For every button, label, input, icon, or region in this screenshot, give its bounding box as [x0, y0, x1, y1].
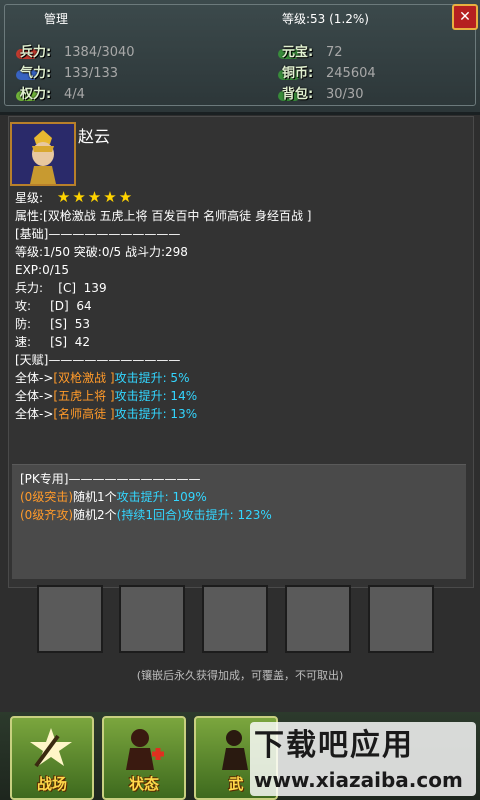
star-icon: ★	[87, 188, 102, 206]
stat-value: 72	[326, 45, 343, 60]
talent-row: 全体->[五虎上将 ]攻击提升: 14%	[15, 387, 197, 405]
star-rating: 星级: ★ ★ ★ ★ ★	[15, 188, 134, 206]
talent-prefix: 全体->	[15, 407, 54, 421]
hero-attributes: 属性:[双枪激战 五虎上将 百发百中 名师高徒 身经百战 ]	[15, 209, 312, 223]
watermark: 下载吧应用 www.xiazaiba.com	[250, 722, 476, 796]
tab-label: 战场	[36, 775, 67, 793]
stat-value: 133/133	[64, 66, 119, 81]
stat-value: 1384/3040	[64, 45, 135, 60]
talent-prefix: 全体->	[15, 371, 54, 385]
status-icon	[126, 729, 164, 770]
stat-coins: 铜币: 245604	[278, 64, 462, 84]
stat-energy: 气力: 133/133	[16, 64, 220, 84]
hero-portrait[interactable]	[10, 122, 76, 186]
star-icon: ★	[118, 188, 133, 206]
stat-label: 兵力:	[20, 45, 52, 60]
stat-label: 元宝:	[282, 45, 314, 60]
talent-name: [名师高徒 ]	[53, 407, 115, 421]
stat-troops: 兵力: 1384/3040	[16, 43, 220, 63]
gem-slot-hint: (镶嵌后永久获得加成，可覆盖，不可取出)	[136, 669, 344, 682]
star-icon: ★	[56, 188, 71, 206]
talent-effect: 攻击提升: 14%	[114, 389, 198, 403]
talent-effect: 攻击提升: 5%	[114, 371, 190, 385]
talent-prefix: 全体->	[15, 389, 54, 403]
gem-slot[interactable]	[119, 585, 185, 653]
stat-gold: 元宝: 72	[278, 43, 462, 63]
basic-header: [基础]———————————	[15, 227, 181, 241]
hero-avatar-icon	[12, 124, 74, 184]
pk-skill-target: 随机2个	[73, 508, 117, 522]
pk-skill-name: (0级齐攻)	[20, 508, 73, 522]
pk-skill-row: (0级齐攻)随机2个(持续1回合)攻击提升: 123%	[20, 506, 272, 524]
hero-name: 赵云	[78, 127, 111, 146]
stat-label: 铜币:	[282, 66, 314, 81]
exp-line: EXP:0/15	[15, 263, 70, 277]
talent-row: 全体->[名师高徒 ]攻击提升: 13%	[15, 405, 197, 423]
pk-skill-target: 随机1个	[73, 490, 117, 504]
defense-line: 防: [S] 53	[15, 317, 90, 331]
talent-name: [双枪激战 ]	[53, 371, 115, 385]
talent-effect: 攻击提升: 13%	[114, 407, 198, 421]
watermark-main: 下载吧应用	[254, 728, 414, 763]
stat-label: 权力:	[20, 87, 52, 102]
talent-row: 全体->[双枪激战 ]攻击提升: 5%	[15, 369, 189, 387]
gem-slot[interactable]	[37, 585, 103, 653]
stat-label: 气力:	[20, 66, 52, 81]
speed-line: 速: [S] 42	[15, 335, 90, 349]
watermark-url: www.xiazaiba.com	[254, 768, 463, 792]
talent-name: [五虎上将 ]	[53, 389, 115, 403]
close-button[interactable]: ✕	[452, 4, 478, 30]
gem-slot[interactable]	[202, 585, 268, 653]
star-icon: ★	[72, 188, 86, 206]
stat-power: 权力: 4/4	[16, 85, 220, 105]
pk-skill-duration: (持续1回合)	[116, 508, 182, 522]
pk-skill-effect: 攻击提升: 123%	[181, 508, 272, 522]
player-level: 等级:53 (1.2%)	[282, 12, 369, 26]
talent-header: [天赋]———————————	[15, 353, 181, 367]
stat-bag: 背包: 30/30	[278, 85, 462, 105]
tab-status[interactable]: 状态	[102, 716, 186, 800]
attack-line: 攻: [D] 64	[15, 299, 92, 313]
pk-skill-name: (0级突击)	[20, 490, 73, 504]
pk-skill-effect: 攻击提升: 109%	[116, 490, 207, 504]
gem-slot[interactable]	[285, 585, 351, 653]
tab-label: 状态	[128, 775, 159, 793]
pk-header: [PK专用]———————————	[20, 472, 201, 486]
stat-label: 背包:	[282, 87, 314, 102]
stat-value: 30/30	[326, 87, 364, 102]
stat-value: 4/4	[64, 87, 85, 102]
tab-battle[interactable]: 战场	[10, 716, 94, 800]
stars-container: ★ ★ ★ ★ ★	[56, 188, 134, 206]
stat-value: 245604	[326, 66, 376, 81]
pk-skill-row: (0级突击)随机1个攻击提升: 109%	[20, 488, 207, 506]
header-title: 管理	[44, 12, 69, 26]
star-icon: ★	[103, 188, 117, 206]
battle-icon	[30, 728, 72, 768]
level-line: 等级:1/50 突破:0/5 战斗力:298	[15, 245, 188, 259]
gem-slot[interactable]	[368, 585, 434, 653]
star-label: 星级:	[15, 191, 44, 205]
troops-line: 兵力: [C] 139	[15, 281, 107, 295]
